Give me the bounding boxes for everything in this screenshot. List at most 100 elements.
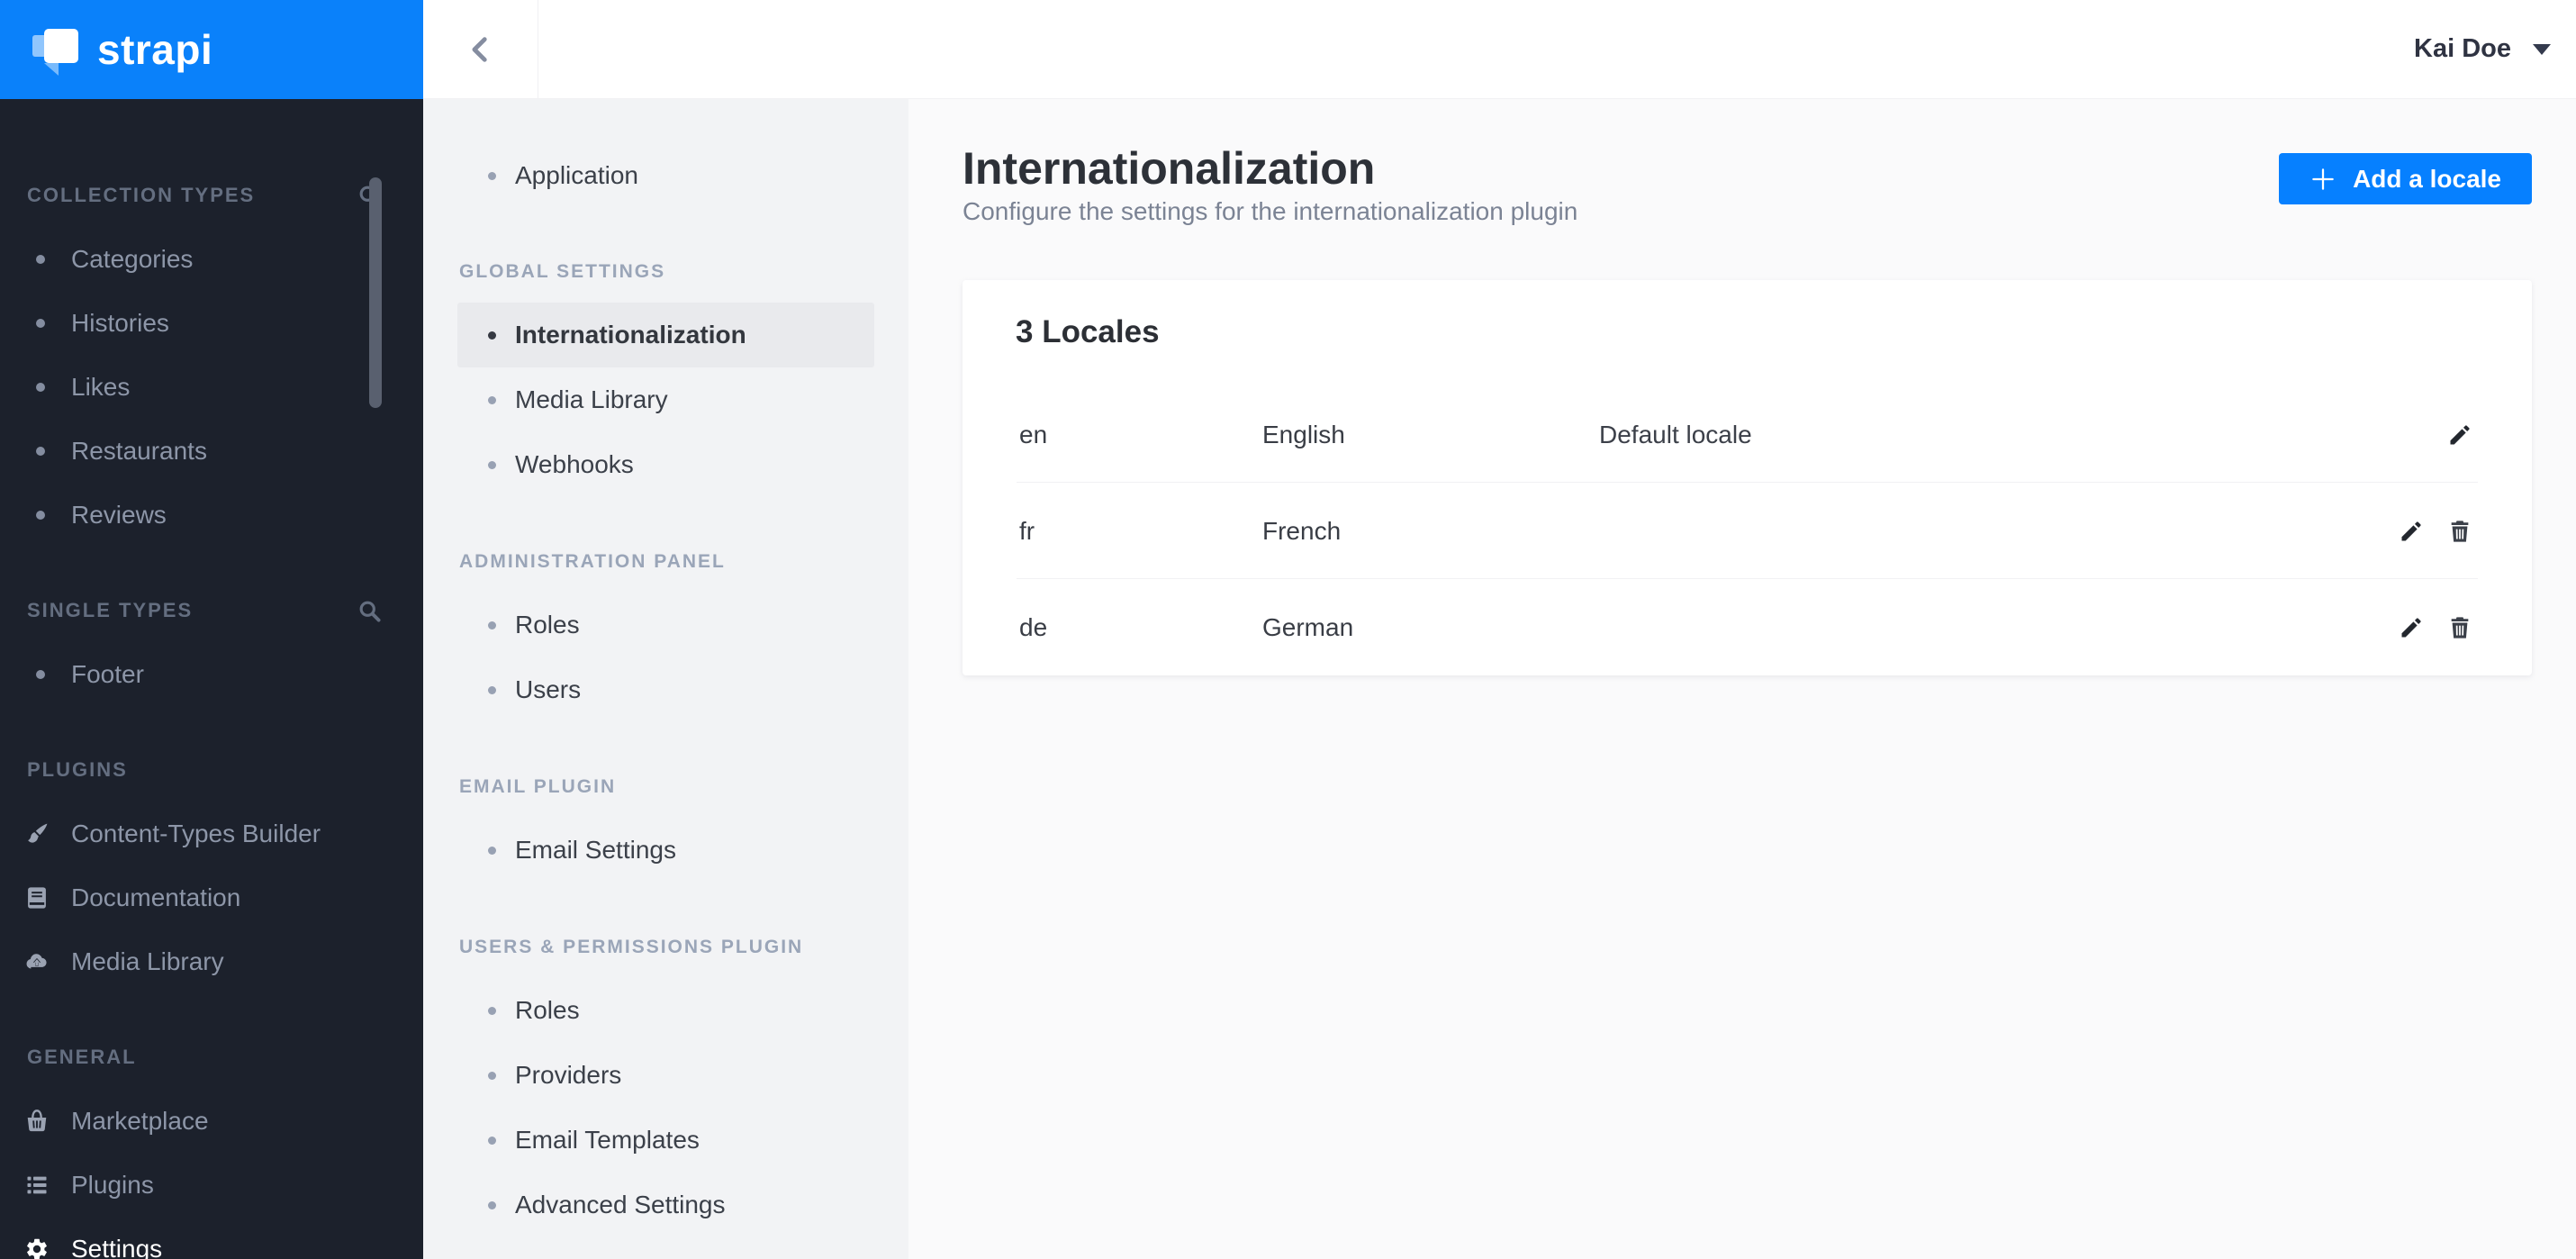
bullet-icon	[488, 460, 496, 469]
search-icon[interactable]	[357, 599, 382, 623]
strapi-logo-icon	[32, 26, 79, 76]
settings-item-email-templates[interactable]: Email Templates	[423, 1108, 908, 1173]
bullet-icon	[488, 395, 496, 404]
settings-item-internationalization[interactable]: Internationalization	[457, 303, 874, 367]
chevron-left-icon	[465, 34, 496, 65]
sidebar-item-marketplace[interactable]: Marketplace	[0, 1089, 423, 1153]
cloud-upload-icon	[26, 953, 47, 969]
locales-card-title: 3 Locales	[1016, 314, 1160, 349]
settings-item-up-roles[interactable]: Roles	[423, 978, 908, 1043]
bullet-icon	[488, 846, 496, 855]
settings-item-email-settings[interactable]: Email Settings	[423, 818, 908, 883]
list-icon	[27, 1176, 47, 1193]
section-plugins: PLUGINS Content-Types Builder Documentat…	[0, 756, 423, 993]
bullet-icon	[488, 1006, 496, 1015]
settings-item-advanced-settings[interactable]: Advanced Settings	[423, 1173, 908, 1237]
edit-locale-button[interactable]	[2399, 615, 2424, 640]
bullet-icon	[488, 1136, 496, 1145]
email-plugin-heading: EMAIL PLUGIN	[459, 776, 617, 797]
table-row-de[interactable]: de German	[963, 579, 2532, 675]
sidebar-item-settings[interactable]: Settings	[0, 1217, 423, 1259]
back-button[interactable]	[423, 0, 538, 98]
top-header: Kai Doe	[423, 0, 2576, 99]
trash-icon	[2450, 519, 2470, 543]
bullet-icon	[488, 685, 496, 694]
page-title: Internationalization	[963, 143, 1376, 194]
locale-code: de	[1019, 612, 1048, 641]
sidebar-item-footer[interactable]: Footer	[0, 642, 423, 706]
locale-default-badge: Default locale	[1599, 420, 1752, 448]
sidebar-item-reviews[interactable]: Reviews	[0, 483, 423, 547]
users-permissions-heading: USERS & PERMISSIONS PLUGIN	[459, 937, 804, 957]
section-single-types: SINGLE TYPES Footer	[0, 597, 423, 706]
single-types-heading: SINGLE TYPES	[27, 599, 194, 621]
pencil-icon	[2401, 521, 2421, 540]
page-header: Internationalization Configure the setti…	[963, 144, 1577, 226]
add-locale-button[interactable]: Add a locale	[2279, 153, 2532, 204]
pencil-icon	[2401, 617, 2421, 637]
locale-name: German	[1262, 612, 1354, 641]
delete-locale-button[interactable]	[2447, 615, 2472, 640]
section-general: GENERAL Marketplace Plugins Settings	[0, 1044, 423, 1259]
sidebar-item-content-types-builder[interactable]: Content-Types Builder	[0, 802, 423, 865]
brand-name: strapi	[97, 26, 213, 73]
sidebar-item-media-library[interactable]: Media Library	[0, 929, 423, 993]
settings-item-application[interactable]: Application	[423, 144, 908, 207]
caret-down-icon	[2533, 43, 2551, 55]
bullet-icon	[36, 669, 45, 679]
delete-locale-button[interactable]	[2447, 519, 2472, 544]
locales-card: 3 Locales en English Default locale fr F…	[963, 280, 2532, 675]
basket-icon	[26, 1109, 48, 1132]
settings-sidebar: Application GLOBAL SETTINGS Internationa…	[423, 99, 908, 1259]
table-row-en[interactable]: en English Default locale	[963, 386, 2532, 483]
locale-name: French	[1262, 516, 1342, 545]
section-administration-panel: ADMINISTRATION PANEL Roles Users	[423, 551, 908, 722]
user-name: Kai Doe	[2414, 34, 2511, 63]
edit-locale-button[interactable]	[2447, 422, 2472, 448]
settings-item-admin-roles[interactable]: Roles	[423, 593, 908, 657]
section-users-permissions-plugin: USERS & PERMISSIONS PLUGIN Roles Provide…	[423, 937, 908, 1237]
plus-icon	[2312, 168, 2334, 190]
brand-header[interactable]: strapi	[0, 0, 423, 99]
section-email-plugin: EMAIL PLUGIN Email Settings	[423, 776, 908, 883]
table-row-fr[interactable]: fr French	[963, 483, 2532, 579]
gear-icon	[27, 1238, 47, 1259]
locale-code: fr	[1019, 516, 1035, 545]
strapi-admin-app: strapi Kai Doe COLLECTION TYPES Categori…	[0, 0, 2576, 1259]
pencil-icon	[2450, 424, 2470, 444]
edit-locale-button[interactable]	[2399, 519, 2424, 544]
bullet-icon	[36, 510, 45, 520]
settings-item-media-library[interactable]: Media Library	[423, 367, 908, 432]
page-subtitle: Configure the settings for the internati…	[963, 197, 1578, 225]
sidebar-scrollbar[interactable]	[369, 177, 382, 408]
global-settings-heading: GLOBAL SETTINGS	[459, 261, 666, 282]
main-content: Internationalization Configure the setti…	[908, 99, 2576, 1259]
bullet-icon	[36, 382, 45, 392]
locales-table: en English Default locale fr French de G…	[963, 350, 2532, 675]
general-heading: GENERAL	[27, 1046, 137, 1068]
main-sidebar: COLLECTION TYPES Categories Histories Li…	[0, 99, 423, 1259]
collection-types-heading: COLLECTION TYPES	[27, 184, 256, 206]
locale-code: en	[1019, 420, 1048, 448]
sidebar-item-histories[interactable]: Histories	[0, 291, 423, 355]
user-menu[interactable]: Kai Doe	[2414, 0, 2576, 98]
section-global-settings: GLOBAL SETTINGS Internationalization Med…	[423, 261, 908, 497]
bullet-icon	[36, 318, 45, 328]
sidebar-item-likes[interactable]: Likes	[0, 355, 423, 419]
sidebar-item-categories[interactable]: Categories	[0, 227, 423, 291]
settings-item-admin-users[interactable]: Users	[423, 657, 908, 722]
book-icon	[26, 885, 48, 910]
plugins-heading: PLUGINS	[27, 758, 128, 781]
trash-icon	[2450, 615, 2470, 639]
sidebar-item-restaurants[interactable]: Restaurants	[0, 419, 423, 483]
section-collection-types: COLLECTION TYPES Categories Histories Li…	[0, 182, 423, 547]
brush-icon	[28, 823, 48, 843]
sidebar-item-documentation[interactable]: Documentation	[0, 865, 423, 929]
bullet-icon	[488, 171, 496, 180]
settings-item-webhooks[interactable]: Webhooks	[423, 432, 908, 497]
sidebar-item-plugins[interactable]: Plugins	[0, 1153, 423, 1217]
locale-name: English	[1262, 420, 1345, 448]
bullet-icon	[488, 331, 496, 340]
bullet-icon	[488, 1200, 496, 1209]
settings-item-providers[interactable]: Providers	[423, 1043, 908, 1108]
